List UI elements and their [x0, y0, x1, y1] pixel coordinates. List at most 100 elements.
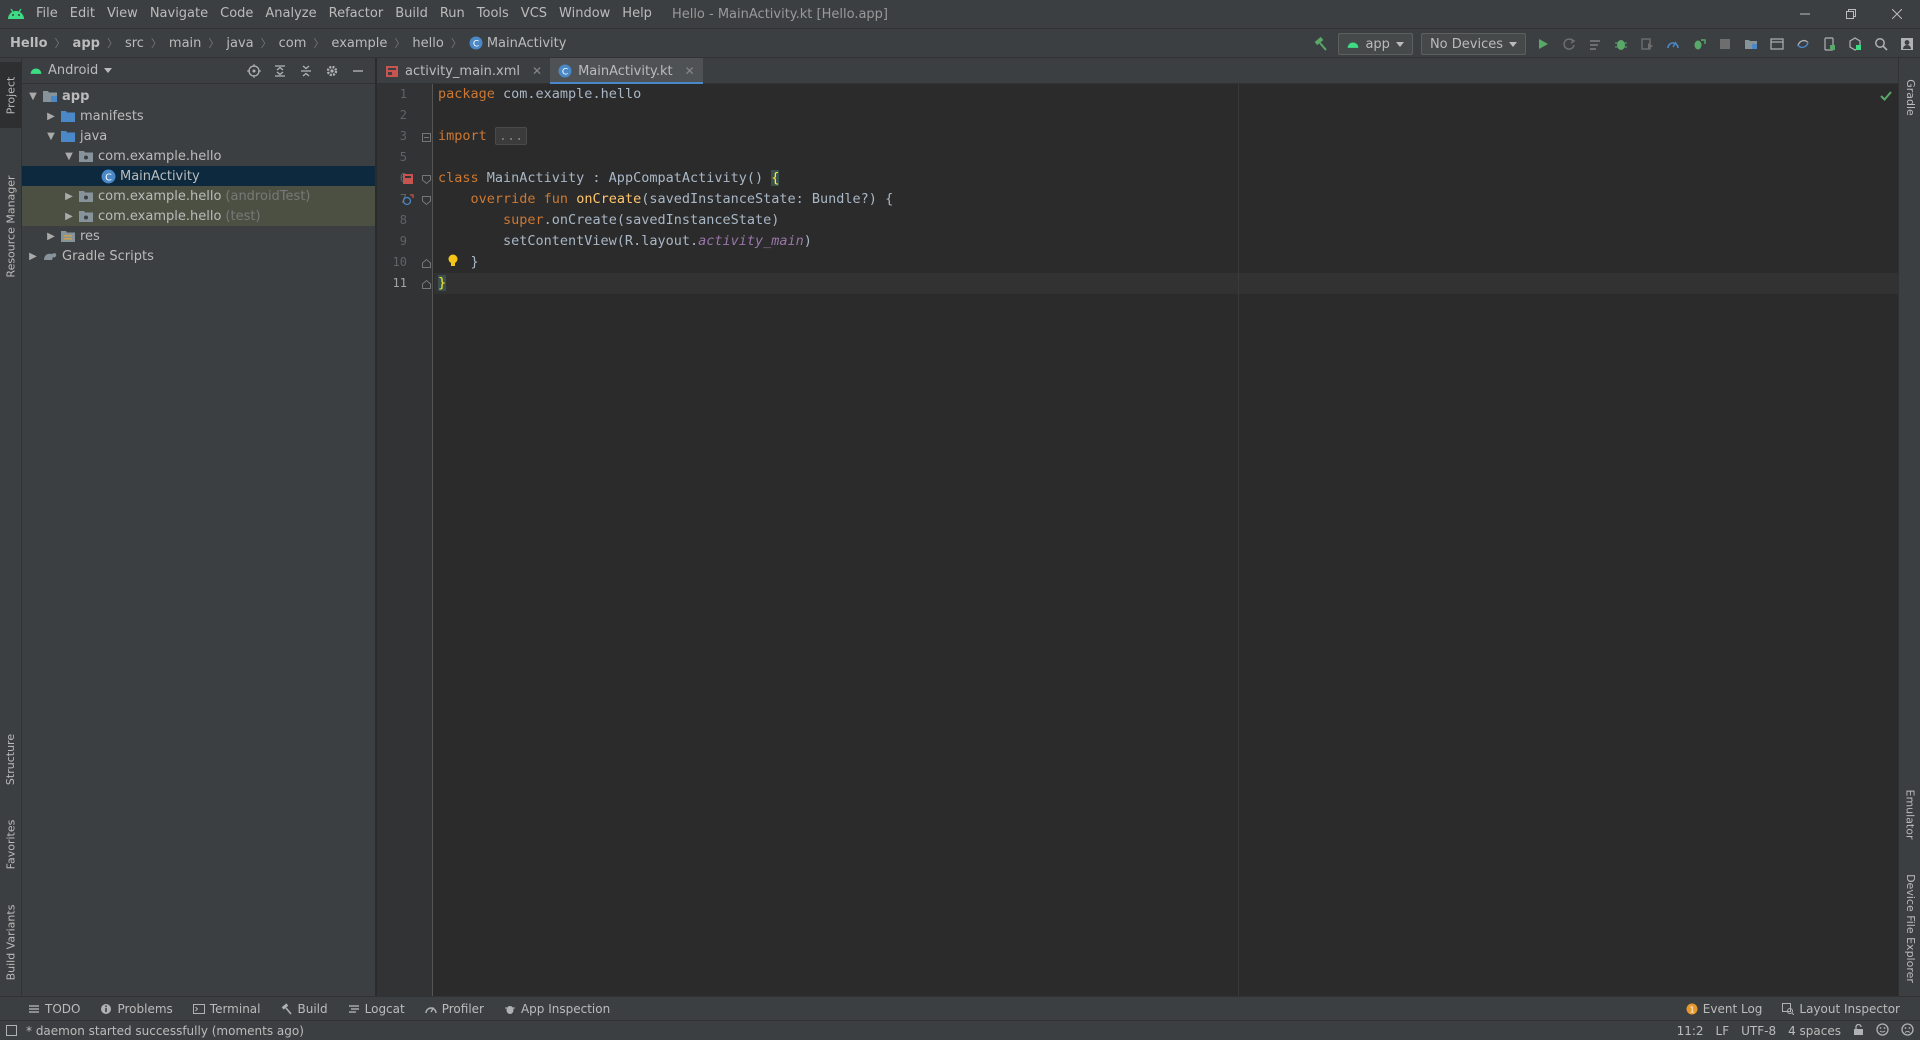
caret-position[interactable]: 11:2: [1677, 1024, 1704, 1038]
tool-event-log[interactable]: 1 Event Log: [1686, 1002, 1762, 1016]
menu-file[interactable]: File: [30, 0, 64, 28]
tab-mainactivity-kt[interactable]: C MainActivity.kt ✕: [550, 58, 703, 85]
panel-settings-button[interactable]: [319, 58, 345, 84]
tool-app-inspection[interactable]: App Inspection: [504, 1002, 610, 1016]
project-view-select[interactable]: Android: [30, 63, 113, 78]
tool-logcat[interactable]: Logcat: [348, 1002, 405, 1016]
tool-todo[interactable]: TODO: [28, 1002, 80, 1016]
tool-build[interactable]: Build: [281, 1002, 328, 1016]
menu-analyze[interactable]: Analyze: [259, 0, 322, 28]
crumb-example[interactable]: example: [331, 36, 387, 51]
chevron-down-icon[interactable]: ▼: [44, 126, 58, 146]
tree-node-java[interactable]: ▼ java: [22, 126, 375, 146]
search-everywhere-button[interactable]: [1868, 31, 1894, 57]
code-editor[interactable]: package com.example.hello import ... cla…: [434, 84, 1898, 996]
collapse-all-button[interactable]: [293, 58, 319, 84]
expand-all-button[interactable]: [267, 58, 293, 84]
menu-tools[interactable]: Tools: [471, 0, 515, 28]
menu-view[interactable]: View: [101, 0, 144, 28]
tree-node-package-main[interactable]: ▼ com.example.hello: [22, 146, 375, 166]
crumb-hello[interactable]: Hello: [10, 36, 48, 51]
tool-problems[interactable]: Problems: [100, 1002, 173, 1016]
avd-manager-button[interactable]: [1764, 31, 1790, 57]
menu-navigate[interactable]: Navigate: [144, 0, 214, 28]
crumb-hello-pkg[interactable]: hello: [412, 36, 443, 51]
tool-tab-device-file-explorer[interactable]: Device File Explorer: [1899, 864, 1920, 992]
chevron-right-icon[interactable]: ▶: [44, 106, 58, 126]
file-encoding[interactable]: UTF-8: [1741, 1024, 1776, 1038]
fold-icon[interactable]: [419, 130, 433, 144]
menu-refactor[interactable]: Refactor: [323, 0, 390, 28]
line-separator[interactable]: LF: [1716, 1024, 1730, 1038]
android-activity-icon[interactable]: [401, 172, 415, 186]
fold-icon[interactable]: [419, 193, 433, 207]
close-window-button[interactable]: [1874, 0, 1920, 28]
apply-code-changes-button[interactable]: [1582, 31, 1608, 57]
chevron-right-icon[interactable]: ▶: [62, 186, 76, 206]
project-structure-button[interactable]: [1738, 31, 1764, 57]
tool-terminal[interactable]: Terminal: [192, 1002, 261, 1016]
tool-tab-gradle[interactable]: Gradle: [1899, 62, 1920, 132]
debug-button[interactable]: [1608, 31, 1634, 57]
crumb-com[interactable]: com: [279, 36, 307, 51]
chevron-down-icon[interactable]: ▼: [26, 86, 40, 106]
indent-setting[interactable]: 4 spaces: [1788, 1024, 1841, 1038]
crumb-mainactivity[interactable]: C MainActivity: [469, 36, 566, 51]
tool-tab-build-variants[interactable]: Build Variants: [0, 894, 22, 990]
lightbulb-icon[interactable]: [447, 254, 459, 272]
chevron-right-icon[interactable]: ▶: [62, 206, 76, 226]
menu-build[interactable]: Build: [389, 0, 434, 28]
feedback-face-icon[interactable]: [1901, 1023, 1914, 1039]
menu-vcs[interactable]: VCS: [515, 0, 553, 28]
tree-node-app[interactable]: ▼ app: [22, 86, 375, 106]
fold-end-icon[interactable]: [419, 256, 433, 270]
close-icon[interactable]: ✕: [532, 64, 542, 78]
minimize-button[interactable]: [1782, 0, 1828, 28]
chevron-right-icon[interactable]: ▶: [44, 226, 58, 246]
crumb-java[interactable]: java: [226, 36, 253, 51]
apply-changes-restart-button[interactable]: [1556, 31, 1582, 57]
tree-node-gradle-scripts[interactable]: ▶ Gradle Scripts: [22, 246, 375, 266]
tool-layout-inspector[interactable]: Layout Inspector: [1782, 1002, 1900, 1016]
tool-tab-resource-manager[interactable]: Resource Manager: [0, 138, 22, 314]
sync-gradle-button[interactable]: [1790, 31, 1816, 57]
crumb-src[interactable]: src: [125, 36, 144, 51]
status-message[interactable]: * daemon started successfully (moments a…: [26, 1024, 304, 1038]
toggle-tool-windows-icon[interactable]: [6, 1025, 17, 1039]
run-button[interactable]: [1530, 31, 1556, 57]
menu-window[interactable]: Window: [553, 0, 616, 28]
chevron-down-icon[interactable]: ▼: [62, 146, 76, 166]
run-config-select[interactable]: app: [1338, 33, 1413, 55]
tree-node-manifests[interactable]: ▶ manifests: [22, 106, 375, 126]
tree-node-package-android-test[interactable]: ▶ com.example.hello (androidTest): [22, 186, 375, 206]
override-marker-icon[interactable]: [401, 193, 415, 207]
tool-tab-favorites[interactable]: Favorites: [0, 804, 22, 884]
device-select[interactable]: No Devices: [1420, 33, 1526, 55]
stop-button[interactable]: [1712, 31, 1738, 57]
tree-node-mainactivity[interactable]: C MainActivity: [22, 166, 375, 186]
menu-edit[interactable]: Edit: [64, 0, 101, 28]
tool-profiler[interactable]: Profiler: [425, 1002, 484, 1016]
hide-panel-button[interactable]: [345, 58, 371, 84]
inspector-face-icon[interactable]: [1876, 1023, 1889, 1039]
checkmark-icon[interactable]: [1880, 90, 1892, 106]
tree-node-res[interactable]: ▶ res: [22, 226, 375, 246]
lock-icon[interactable]: [1853, 1023, 1864, 1039]
chevron-right-icon[interactable]: ▶: [26, 246, 40, 266]
locate-file-button[interactable]: [241, 58, 267, 84]
tab-activity-main-xml[interactable]: activity_main.xml ✕: [377, 58, 550, 84]
account-button[interactable]: [1894, 31, 1920, 57]
device-manager-button[interactable]: [1816, 31, 1842, 57]
tree-node-package-test[interactable]: ▶ com.example.hello (test): [22, 206, 375, 226]
sdk-manager-button[interactable]: [1842, 31, 1868, 57]
attach-debugger-button[interactable]: [1686, 31, 1712, 57]
profile-button[interactable]: [1660, 31, 1686, 57]
restore-button[interactable]: [1828, 0, 1874, 28]
tool-tab-structure[interactable]: Structure: [0, 724, 22, 794]
tool-tab-project[interactable]: Project: [0, 62, 22, 128]
crumb-main[interactable]: main: [169, 36, 201, 51]
close-icon[interactable]: ✕: [685, 64, 695, 78]
menu-help[interactable]: Help: [616, 0, 658, 28]
crumb-app[interactable]: app: [73, 36, 100, 51]
run-with-coverage-button[interactable]: [1634, 31, 1660, 57]
